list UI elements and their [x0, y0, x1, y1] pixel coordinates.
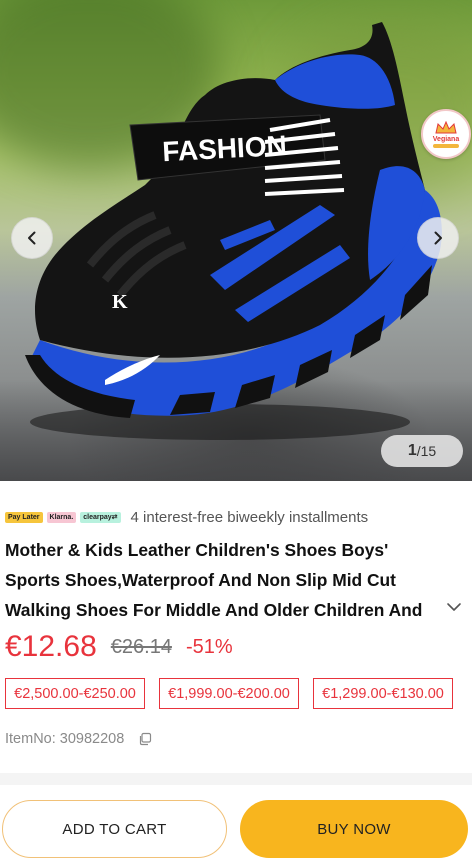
coupon-tier[interactable]: €2,500.00-€250.00 — [5, 678, 145, 709]
current-price: €12.68 — [5, 630, 97, 663]
chevron-down-icon[interactable] — [445, 598, 463, 616]
store-badge-name: Vegiana — [432, 135, 460, 143]
paylater-badge: Pay Later — [5, 511, 43, 523]
crown-icon — [435, 120, 457, 133]
item-number-row: ItemNo: 30982208 — [5, 728, 152, 750]
copy-icon[interactable] — [138, 732, 152, 746]
image-counter: 1 /15 — [381, 435, 463, 467]
chevron-right-icon — [434, 231, 442, 245]
product-image-shoe: FASHION K — [25, 22, 442, 440]
image-counter-total: /15 — [416, 443, 437, 459]
bottom-action-bar: ADD TO CART BUY NOW — [0, 791, 472, 863]
original-price: €26.14 — [110, 635, 172, 658]
chevron-left-icon — [28, 231, 36, 245]
coupon-tier[interactable]: €1,999.00-€200.00 — [159, 678, 299, 709]
buy-now-button[interactable]: BUY NOW — [240, 800, 468, 858]
installments-row[interactable]: Pay Later Klarna. clearpay⇄ 4 interest-f… — [5, 506, 368, 528]
discount-percent: -51% — [185, 635, 233, 658]
section-divider — [0, 773, 472, 785]
shoe-brand-text: FASHION — [162, 130, 288, 167]
shoe-side-text: K — [112, 291, 128, 313]
clearpay-badge: clearpay⇄ — [80, 511, 121, 523]
add-to-cart-button[interactable]: ADD TO CART — [2, 800, 227, 858]
installments-text: 4 interest-free biweekly installments — [130, 508, 369, 526]
next-image-button[interactable] — [417, 217, 459, 259]
klarna-badge: Klarna. — [46, 511, 77, 523]
store-badge-bar — [433, 143, 459, 148]
item-number: ItemNo: 30982208 — [5, 731, 125, 747]
coupon-tier[interactable]: €1,299.00-€130.00 — [313, 678, 453, 709]
product-image-gallery[interactable]: FASHION K Vegiana 1 /15 — [0, 0, 472, 481]
price-row: €12.68 €26.14 -51% — [5, 627, 233, 667]
previous-image-button[interactable] — [11, 217, 53, 259]
image-counter-current: 1 — [407, 442, 417, 459]
store-badge[interactable]: Vegiana — [421, 109, 471, 159]
product-title: Mother & Kids Leather Children's Shoes B… — [5, 540, 423, 620]
